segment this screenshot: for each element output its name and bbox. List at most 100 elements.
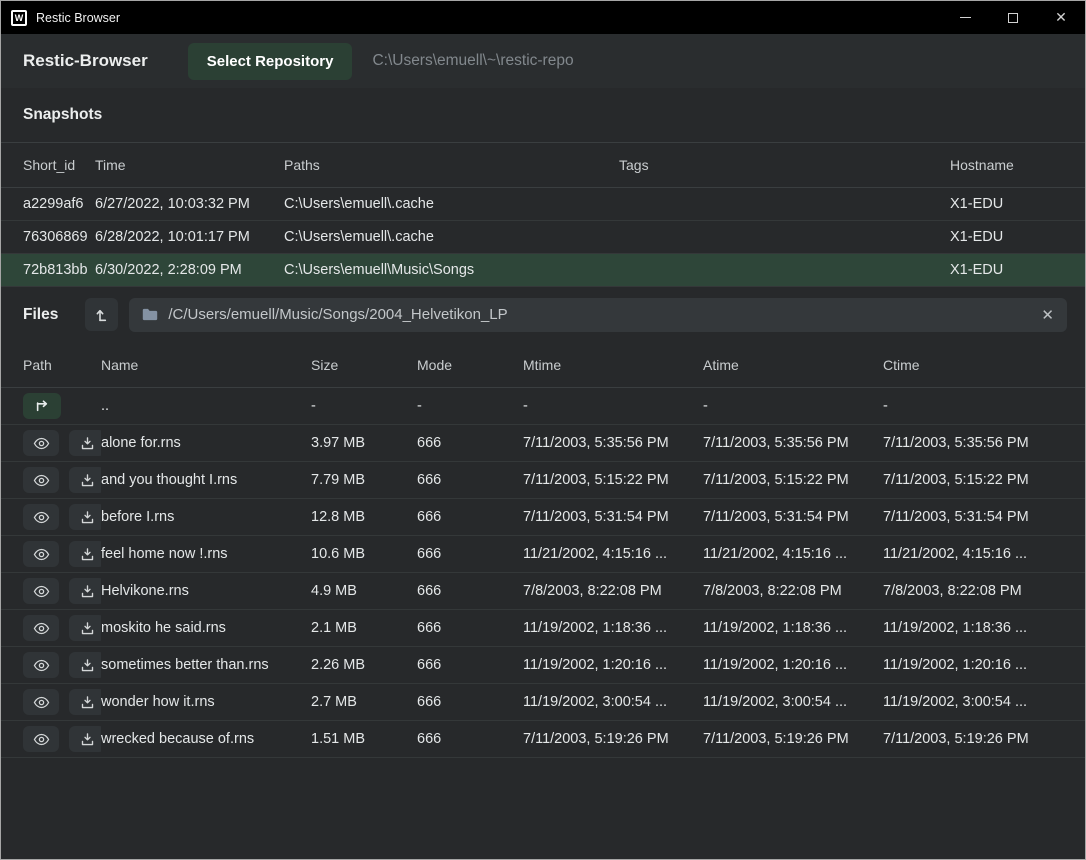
file-mtime: - [523,388,703,425]
preview-file-button[interactable] [23,726,59,752]
file-mtime: 7/11/2003, 5:15:22 PM [523,462,703,499]
file-mode: 666 [417,573,523,610]
close-button[interactable]: ✕ [1037,1,1085,34]
file-row: sometimes better than.rns 2.26 MB 666 11… [1,647,1085,684]
preview-file-button[interactable] [23,652,59,678]
preview-file-button[interactable] [23,578,59,604]
snapshot-time: 6/27/2022, 10:03:32 PM [95,187,284,220]
download-file-button[interactable] [69,467,101,493]
snapshot-paths: C:\Users\emuell\Music\Songs [284,253,619,286]
snapshot-tags [619,187,950,220]
snapshots-table: Short_id Time Paths Tags Hostname a2299a… [1,143,1085,287]
file-name: wrecked because of.rns [101,721,311,758]
snapshot-short-id: 76306869 [1,220,95,253]
download-icon [80,436,95,451]
snapshot-row[interactable]: a2299af6 6/27/2022, 10:03:32 PM C:\Users… [1,187,1085,220]
col-size: Size [311,343,417,388]
download-file-button[interactable] [69,615,101,641]
repository-path-label: C:\Users\emuell\~\restic-repo [372,52,573,70]
col-path: Path [1,343,101,388]
snapshot-row[interactable]: 76306869 6/28/2022, 10:01:17 PM C:\Users… [1,220,1085,253]
clear-path-button[interactable]: ✕ [1041,306,1054,324]
download-file-button[interactable] [69,689,101,715]
window-title: Restic Browser [36,11,120,25]
eye-icon [33,696,50,709]
download-icon [80,621,95,636]
col-tags: Tags [619,143,950,187]
file-name: feel home now !.rns [101,536,311,573]
download-file-button[interactable] [69,504,101,530]
file-mode: - [417,388,523,425]
file-size: 3.97 MB [311,425,417,462]
download-file-button[interactable] [69,541,101,567]
parent-directory-button[interactable] [23,393,61,419]
col-name: Name [101,343,311,388]
window-controls: ✕ [941,1,1085,34]
preview-file-button[interactable] [23,689,59,715]
files-table-header: Path Name Size Mode Mtime Atime Ctime [1,343,1085,388]
file-name: alone for.rns [101,425,311,462]
folder-icon [142,308,158,321]
snapshot-hostname: X1-EDU [950,220,1085,253]
file-mtime: 7/11/2003, 5:19:26 PM [523,721,703,758]
file-atime: 7/11/2003, 5:15:22 PM [703,462,883,499]
file-ctime: 11/21/2002, 4:15:16 ... [883,536,1085,573]
snapshot-short-id: 72b813bb [1,253,95,286]
download-icon [80,473,95,488]
eye-icon [33,585,50,598]
file-mtime: 11/19/2002, 3:00:54 ... [523,684,703,721]
download-file-button[interactable] [69,578,101,604]
parent-directory-row[interactable]: .. - - - - - [1,388,1085,425]
file-mode: 666 [417,425,523,462]
file-size: 10.6 MB [311,536,417,573]
file-row: wonder how it.rns 2.7 MB 666 11/19/2002,… [1,684,1085,721]
file-size: 2.26 MB [311,647,417,684]
file-row: moskito he said.rns 2.1 MB 666 11/19/200… [1,610,1085,647]
files-table: Path Name Size Mode Mtime Atime Ctime ..… [1,343,1085,759]
file-ctime: 7/11/2003, 5:35:56 PM [883,425,1085,462]
eye-icon [33,474,50,487]
eye-icon [33,548,50,561]
file-mtime: 11/21/2002, 4:15:16 ... [523,536,703,573]
download-icon [80,658,95,673]
go-to-root-button[interactable] [85,298,118,331]
download-file-button[interactable] [69,726,101,752]
select-repository-button[interactable]: Select Repository [188,43,353,80]
preview-file-button[interactable] [23,467,59,493]
eye-icon [33,733,50,746]
titlebar[interactable]: W Restic Browser ✕ [1,1,1085,34]
snapshot-time: 6/28/2022, 10:01:17 PM [95,220,284,253]
snapshots-table-header: Short_id Time Paths Tags Hostname [1,143,1085,187]
col-time: Time [95,143,284,187]
download-file-button[interactable] [69,430,101,456]
preview-file-button[interactable] [23,615,59,641]
col-hostname: Hostname [950,143,1085,187]
app-logo-icon: W [11,10,27,26]
maximize-icon [1008,13,1018,23]
file-mode: 666 [417,684,523,721]
file-ctime: 11/19/2002, 1:18:36 ... [883,610,1085,647]
col-mtime: Mtime [523,343,703,388]
file-mode: 666 [417,499,523,536]
file-row: before I.rns 12.8 MB 666 7/11/2003, 5:31… [1,499,1085,536]
file-mtime: 11/19/2002, 1:18:36 ... [523,610,703,647]
close-icon: ✕ [1055,11,1067,25]
minimize-button[interactable] [941,1,989,34]
current-path-field[interactable]: /C/Users/emuell/Music/Songs/2004_Helveti… [129,298,1067,332]
col-ctime: Ctime [883,343,1085,388]
file-name: before I.rns [101,499,311,536]
file-ctime: - [883,388,1085,425]
preview-file-button[interactable] [23,541,59,567]
download-file-button[interactable] [69,652,101,678]
file-ctime: 7/11/2003, 5:31:54 PM [883,499,1085,536]
snapshot-row[interactable]: 72b813bb 6/30/2022, 2:28:09 PM C:\Users\… [1,253,1085,286]
file-atime: 11/19/2002, 1:20:16 ... [703,647,883,684]
file-ctime: 7/8/2003, 8:22:08 PM [883,573,1085,610]
file-atime: 7/11/2003, 5:35:56 PM [703,425,883,462]
preview-file-button[interactable] [23,430,59,456]
preview-file-button[interactable] [23,504,59,530]
file-size: - [311,388,417,425]
file-name: Helvikone.rns [101,573,311,610]
maximize-button[interactable] [989,1,1037,34]
snapshots-title: Snapshots [23,106,102,124]
